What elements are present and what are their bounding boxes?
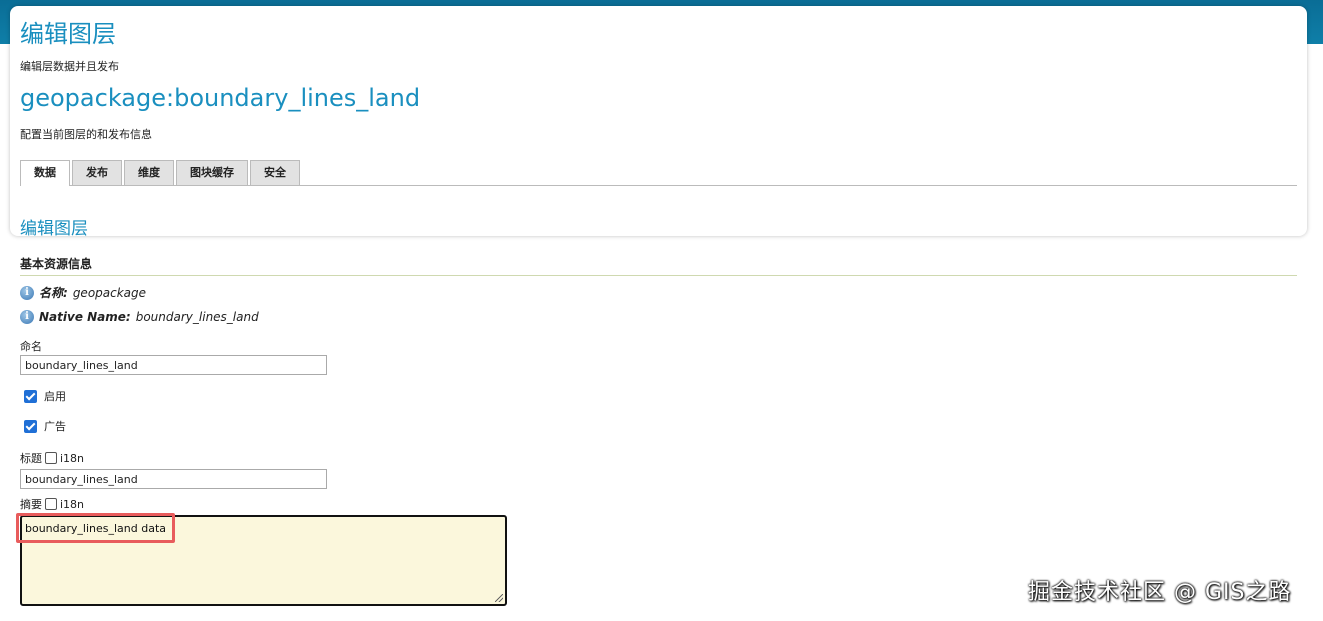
advertised-checkbox[interactable]: [24, 419, 37, 433]
page-subtitle: 编辑层数据并且发布: [20, 60, 119, 73]
abstract-i18n-checkbox[interactable]: [45, 498, 57, 510]
info-name-row: i 名称: geopackage: [20, 284, 146, 301]
enabled-row: 启用: [24, 388, 66, 404]
enabled-checkbox[interactable]: [24, 389, 37, 403]
abstract-textarea[interactable]: boundary_lines_land data: [20, 515, 507, 606]
info-native-value: boundary_lines_land: [135, 310, 259, 324]
info-icon: i: [20, 285, 34, 300]
info-native-row: i Native Name: boundary_lines_land: [20, 310, 259, 324]
abstract-label-row: 摘要 i18n: [20, 496, 84, 512]
tab-tile-caching[interactable]: 图块缓存: [176, 160, 248, 185]
layer-name-heading: geopackage:boundary_lines_land: [20, 84, 421, 112]
title-i18n-checkbox[interactable]: [45, 452, 57, 464]
title-input[interactable]: [20, 469, 327, 489]
advertised-label: 广告: [44, 420, 66, 433]
layer-subtitle: 配置当前图层的和发布信息: [20, 128, 152, 141]
name-input[interactable]: [20, 355, 327, 375]
abstract-label: 摘要: [20, 498, 42, 511]
tab-publishing[interactable]: 发布: [72, 160, 122, 185]
info-native-label: Native Name:: [39, 310, 131, 324]
title-label-row: 标题 i18n: [20, 450, 84, 466]
info-name-value: geopackage: [72, 285, 147, 300]
header-panel: [10, 6, 1307, 236]
page-title: 编辑图层: [20, 20, 116, 48]
abstract-i18n-label: i18n: [60, 497, 85, 511]
tab-security[interactable]: 安全: [250, 160, 300, 185]
section-title: 编辑图层: [20, 219, 88, 239]
abstract-text: boundary_lines_land data: [25, 522, 167, 535]
tab-dimensions[interactable]: 维度: [124, 160, 174, 185]
advertised-row: 广告: [24, 418, 66, 434]
title-i18n-label: i18n: [60, 451, 85, 465]
tab-bar: 数据 发布 维度 图块缓存 安全: [20, 160, 1297, 186]
name-label: 命名: [20, 338, 42, 354]
tab-data[interactable]: 数据: [20, 160, 70, 186]
enabled-label: 启用: [44, 390, 66, 403]
resize-grip-icon[interactable]: [495, 594, 503, 602]
info-name-label: 名称:: [39, 286, 68, 300]
name-label-text: 命名: [20, 340, 42, 353]
info-icon: i: [20, 310, 34, 324]
title-label: 标题: [20, 452, 42, 465]
watermark: 掘金技术社区 @ GIS之路: [1028, 580, 1292, 605]
group-title: 基本资源信息: [20, 255, 1297, 276]
